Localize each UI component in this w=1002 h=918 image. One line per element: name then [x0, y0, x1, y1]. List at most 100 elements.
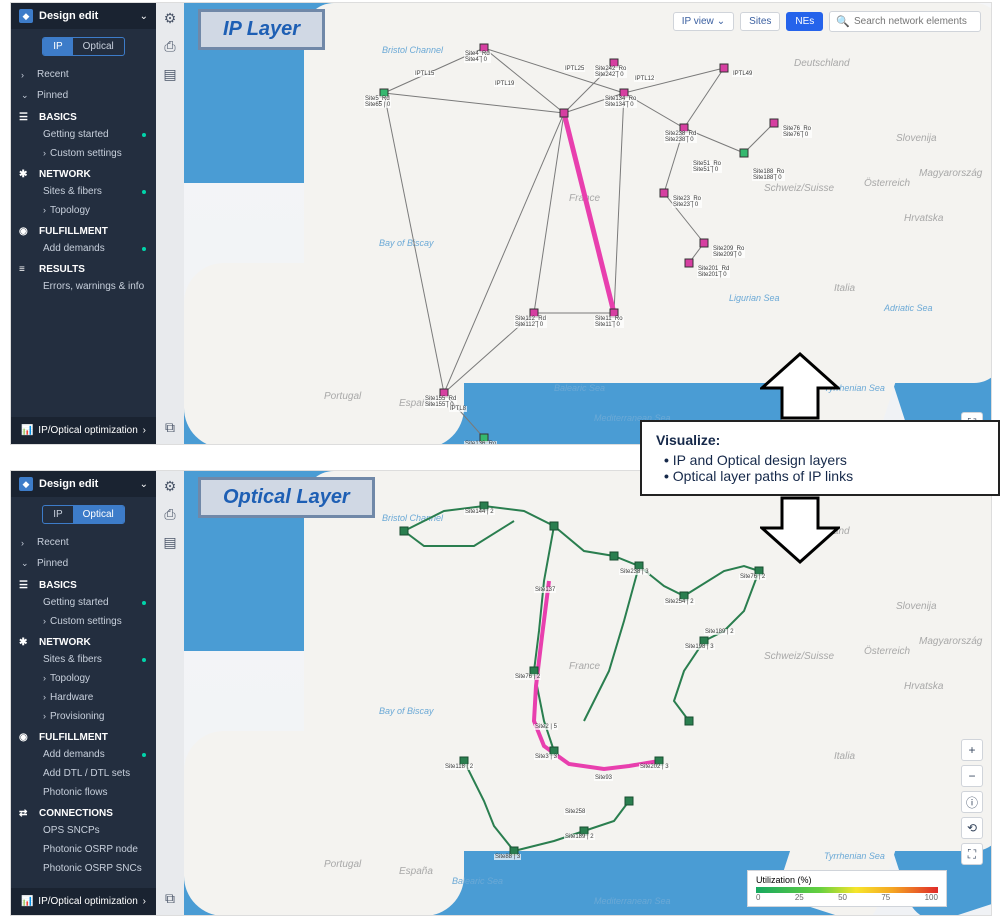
- sidebar-header: ◆ Design edit ⌄: [11, 471, 156, 497]
- node-label: Site137: [534, 587, 556, 593]
- layout-icon[interactable]: ▤: [161, 65, 179, 83]
- layer-badge-ip: IP Layer: [198, 9, 325, 50]
- chevron-down-icon[interactable]: ⌄: [140, 11, 148, 22]
- nav-getting-started[interactable]: Getting started: [11, 593, 156, 612]
- section-connections: ⇄CONNECTIONS: [11, 802, 156, 821]
- nav-sites-fibers[interactable]: Sites & fibers: [11, 650, 156, 669]
- node-label: IPTL49: [732, 71, 753, 77]
- nav-optimization[interactable]: 📊 IP/Optical optimization ›: [11, 888, 156, 915]
- nav-optimization[interactable]: 📊 IP/Optical optimization ›: [11, 417, 156, 444]
- sites-toggle[interactable]: Sites: [740, 12, 780, 31]
- node-label: Site136_RoSite136 | 0: [464, 441, 497, 444]
- utilization-legend: Utilization (%) 0 25 50 75 100: [747, 870, 947, 907]
- nav-optimization-label: IP/Optical optimization: [38, 425, 138, 436]
- search-box[interactable]: 🔍: [829, 11, 981, 32]
- node-label: Site144 | 2: [464, 509, 495, 515]
- section-network: ✱NETWORK: [11, 631, 156, 650]
- node-label: Site23_RoSite23 | 0: [672, 196, 702, 208]
- nav-recent[interactable]: ›Recent: [11, 532, 156, 553]
- info-icon[interactable]: ⓘ: [961, 791, 983, 813]
- nes-toggle[interactable]: NEs: [786, 12, 823, 31]
- nav-photonic-flows[interactable]: Photonic flows: [11, 783, 156, 802]
- nav-topology[interactable]: ›Topology: [11, 201, 156, 220]
- node-label: Site258: [564, 809, 586, 815]
- nav-pinned[interactable]: ⌄Pinned: [11, 553, 156, 574]
- collapse-icon[interactable]: ⧉: [161, 889, 179, 907]
- nav-osrp-snc[interactable]: Photonic OSRP SNCs: [11, 859, 156, 878]
- network-icon: ✱: [19, 637, 33, 651]
- nav-osrp-node[interactable]: Photonic OSRP node: [11, 840, 156, 859]
- callout-heading: Visualize:: [656, 432, 984, 448]
- node-label: Site118 | 2: [444, 764, 474, 770]
- network-icon: ✱: [19, 169, 33, 183]
- link-label: IPTL19: [494, 81, 515, 87]
- nav-getting-started[interactable]: Getting started: [11, 125, 156, 144]
- toggle-optical[interactable]: Optical: [73, 506, 124, 523]
- node-label: Site76_RoSite76 | 0: [782, 126, 812, 138]
- chevron-down-icon[interactable]: ⌄: [140, 479, 148, 490]
- sidebar-optical: ◆ Design edit ⌄ IP Optical ›Recent ⌄Pinn…: [11, 471, 156, 915]
- nav-recent[interactable]: ›Recent: [11, 64, 156, 85]
- node-label: Site2 | 5: [534, 724, 558, 730]
- collapse-icon[interactable]: ⧉: [161, 418, 179, 436]
- nav-custom-settings[interactable]: ›Custom settings: [11, 144, 156, 163]
- nav-pinned-label: Pinned: [37, 90, 68, 101]
- nav-custom-settings[interactable]: ›Custom settings: [11, 612, 156, 631]
- gear-icon[interactable]: ⚙: [161, 477, 179, 495]
- node-label: Site134_RoSite134 | 0: [604, 96, 637, 108]
- node-label: Site198 | 3: [684, 644, 715, 650]
- node-label: Site189 | 2: [564, 834, 595, 840]
- node-label: Site238 | 3: [619, 569, 650, 575]
- link-label: IPTL15: [414, 71, 435, 77]
- chevron-right-icon: ›: [143, 425, 146, 436]
- chart-icon: 📊: [21, 425, 33, 436]
- zoom-out-button[interactable]: −: [961, 765, 983, 787]
- nav-pinned[interactable]: ⌄Pinned: [11, 85, 156, 106]
- eye-icon: ◉: [19, 226, 33, 240]
- link-label: IPTL8: [449, 406, 467, 412]
- nav-add-dtl[interactable]: Add DTL / DTL sets: [11, 764, 156, 783]
- map-pin-icon[interactable]: ⎙: [161, 505, 179, 523]
- nav-add-demands[interactable]: Add demands: [11, 745, 156, 764]
- callout-annotation: Visualize: IP and Optical design layers …: [640, 352, 1000, 564]
- section-fulfillment: ◉FULFILLMENT: [11, 220, 156, 239]
- nav-ops-sncp[interactable]: OPS SNCPs: [11, 821, 156, 840]
- nav-hardware[interactable]: ›Hardware: [11, 688, 156, 707]
- nav-provisioning[interactable]: ›Provisioning: [11, 707, 156, 726]
- ip-view-dropdown[interactable]: IP view⌄: [673, 12, 734, 31]
- gear-icon[interactable]: ⚙: [161, 9, 179, 27]
- sidebar-ip: ◆ Design edit ⌄ IP Optical ›Recent ⌄Pinn…: [11, 3, 156, 444]
- expand-icon[interactable]: ⛶: [961, 843, 983, 865]
- node-label: Site5_RdSite65 | 0: [364, 96, 391, 108]
- sidebar-rail: ⚙ ⎙ ▤ ⧉: [156, 471, 184, 915]
- nav-add-demands[interactable]: Add demands: [11, 239, 156, 258]
- node-label: Site11_RoSite11 | 0: [594, 316, 624, 328]
- sidebar-rail: ⚙ ⎙ ▤ ⧉: [156, 3, 184, 444]
- sidebar-title: Design edit: [39, 478, 140, 490]
- layer-toggle: IP Optical: [11, 497, 156, 532]
- section-network: ✱NETWORK: [11, 163, 156, 182]
- node-label: Site3 | 3: [534, 754, 558, 760]
- nav-topology[interactable]: ›Topology: [11, 669, 156, 688]
- node-label: Site188_RoSite188 | 0: [752, 169, 785, 181]
- toggle-ip[interactable]: IP: [43, 38, 72, 55]
- link-label: IPTL12: [634, 76, 655, 82]
- chevron-right-icon: ›: [143, 896, 146, 907]
- rotate-icon[interactable]: ⟲: [961, 817, 983, 839]
- layout-icon[interactable]: ▤: [161, 533, 179, 551]
- search-input[interactable]: [854, 16, 974, 27]
- toggle-ip[interactable]: IP: [43, 506, 72, 523]
- app-logo-icon: ◆: [19, 9, 33, 23]
- arrow-up-icon: [760, 352, 840, 420]
- app-logo-icon: ◆: [19, 477, 33, 491]
- list-icon: ☰: [19, 580, 33, 594]
- connections-icon: ⇄: [19, 808, 33, 822]
- zoom-in-button[interactable]: +: [961, 739, 983, 761]
- arrow-down-icon: [760, 496, 840, 564]
- nav-sites-fibers[interactable]: Sites & fibers: [11, 182, 156, 201]
- node-label: Site4_RdSite4 | 0: [464, 51, 491, 63]
- map-pin-icon[interactable]: ⎙: [161, 37, 179, 55]
- toggle-optical[interactable]: Optical: [73, 38, 124, 55]
- node-label: Site112_RdSite112 | 0: [514, 316, 547, 328]
- nav-errors[interactable]: Errors, warnings & info: [11, 277, 156, 296]
